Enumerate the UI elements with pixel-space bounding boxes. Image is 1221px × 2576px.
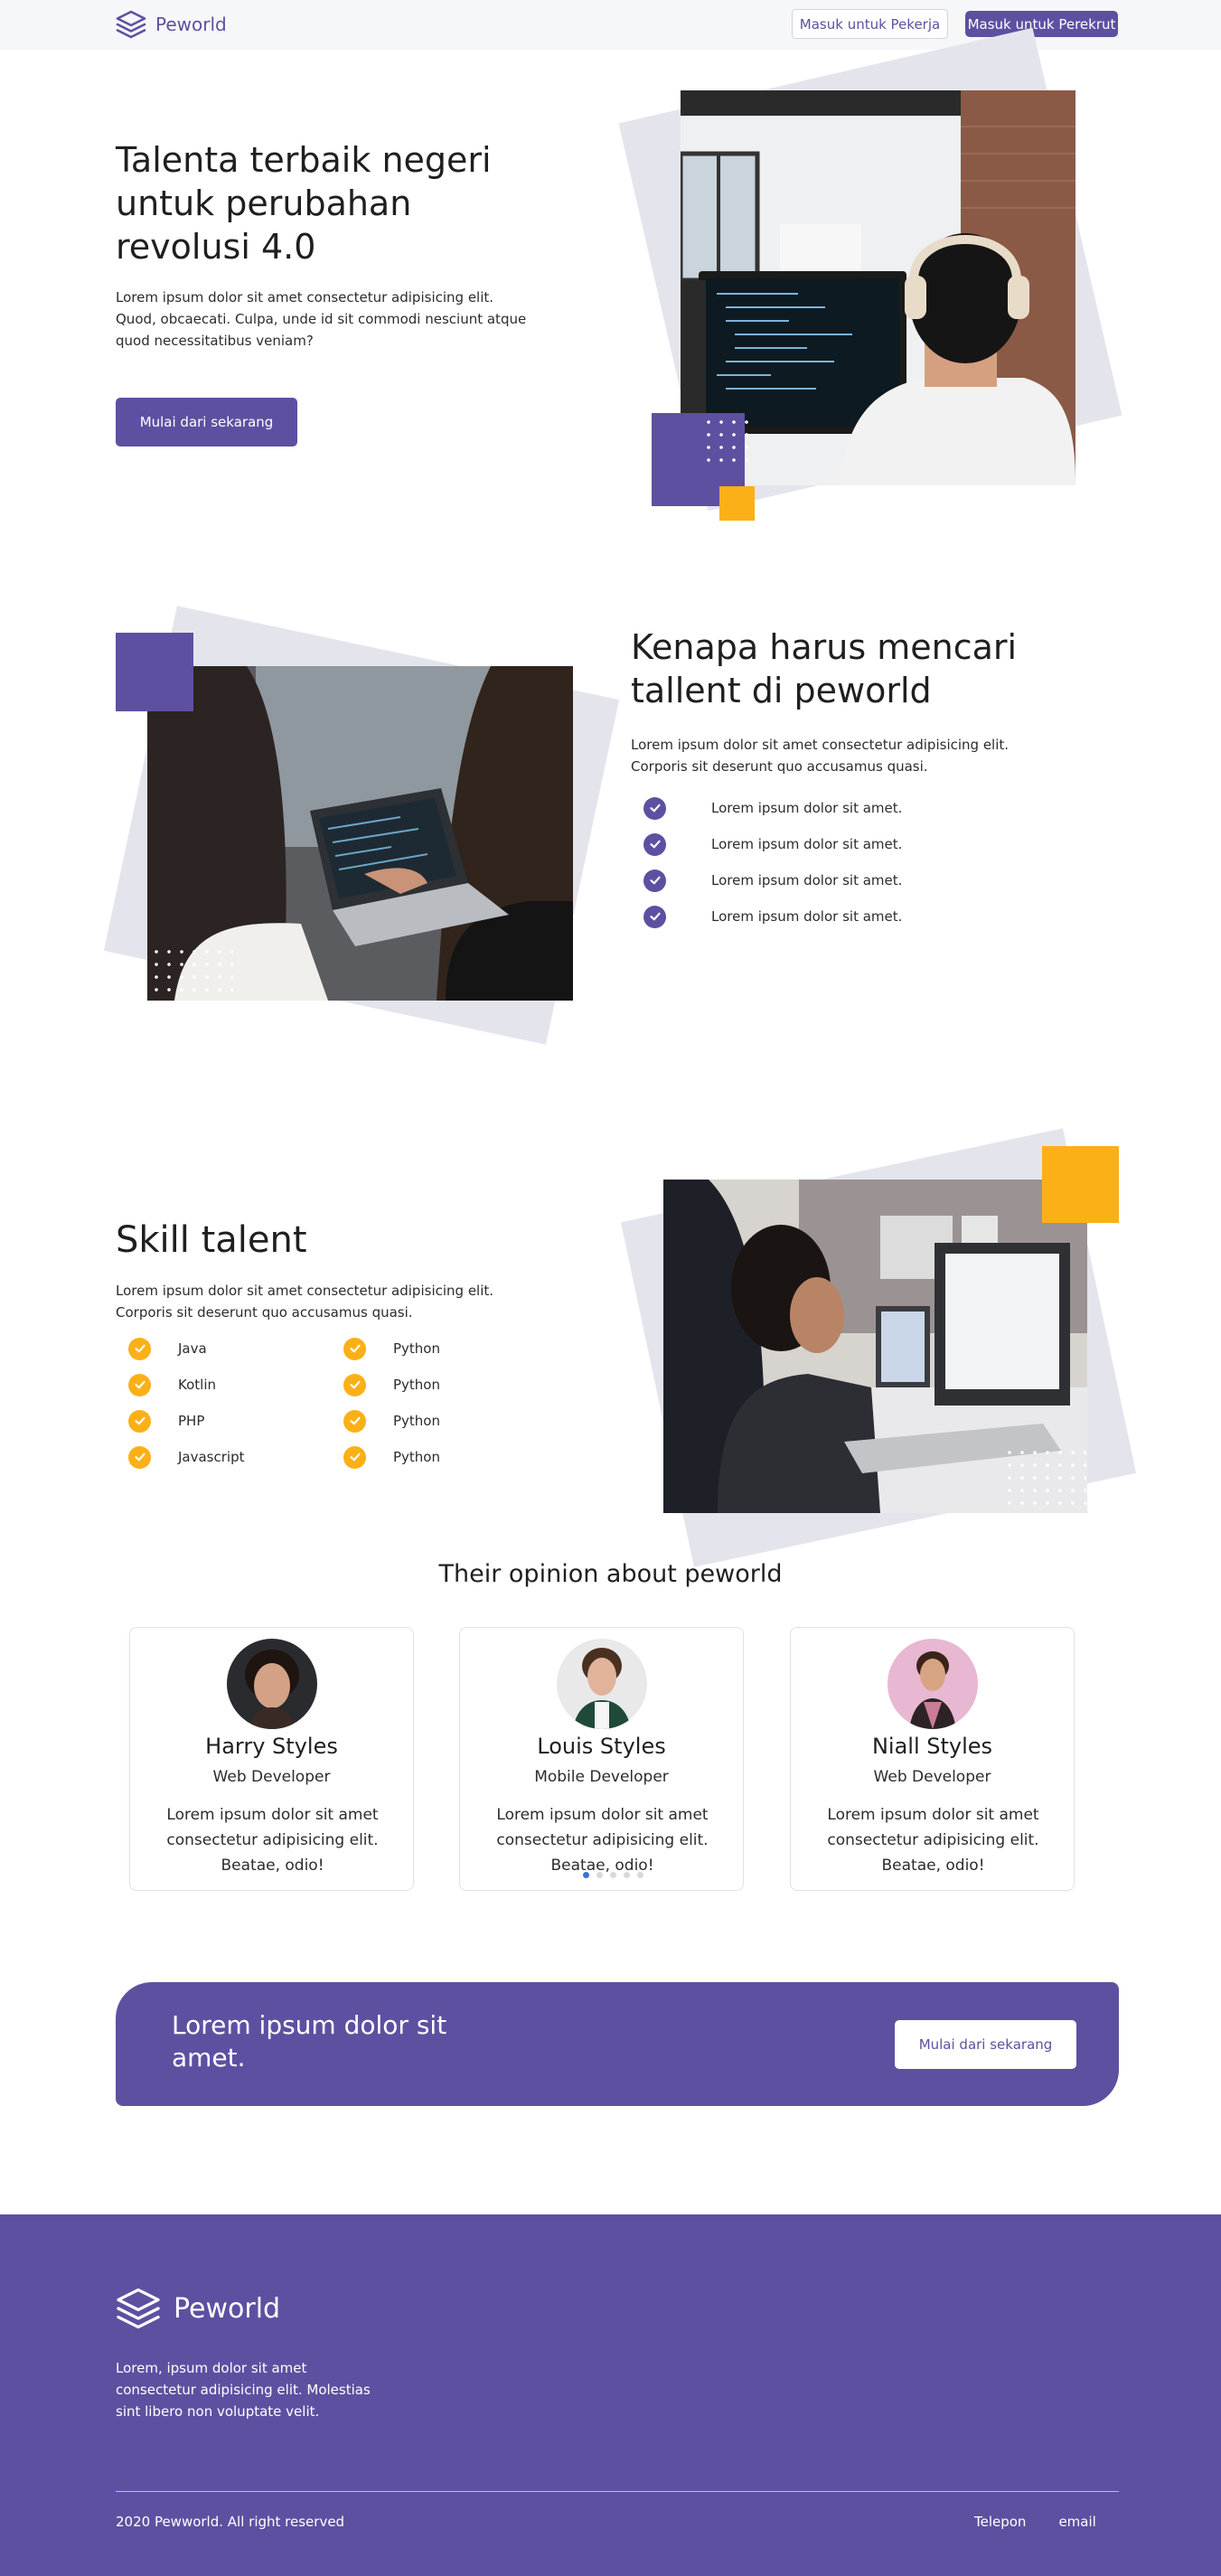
benefit-label: Lorem ipsum dolor sit amet.	[711, 908, 903, 925]
check-circle-icon	[128, 1409, 151, 1433]
hero-start-button[interactable]: Mulai dari sekarang	[116, 398, 297, 447]
check-circle-icon	[343, 1373, 366, 1396]
top-navbar: Peworld Masuk untuk Pekerja Masuk untuk …	[0, 0, 1221, 50]
testimonial-role: Mobile Developer	[534, 1768, 669, 1786]
skill-label: Python	[393, 1340, 440, 1357]
skill-label: PHP	[178, 1413, 205, 1429]
footer: Peworld Lorem, ipsum dolor sit amet cons…	[0, 2214, 1221, 2576]
carousel-dot[interactable]	[610, 1872, 616, 1878]
check-circle-icon	[128, 1337, 151, 1360]
hero-description: Lorem ipsum dolor sit amet consectetur a…	[116, 289, 527, 349]
hero-dot-grid	[702, 416, 753, 466]
carousel-dot[interactable]	[583, 1872, 589, 1878]
stacked-layers-icon	[117, 2288, 160, 2329]
stacked-layers-icon	[116, 10, 146, 39]
skill-label: Javascript	[178, 1449, 245, 1465]
landing-page: Peworld Masuk untuk Pekerja Masuk untuk …	[0, 0, 1221, 2576]
why-title: Kenapa harus mencari tallent di peworld	[631, 627, 1018, 710]
check-circle-icon	[343, 1409, 366, 1433]
list-item: Lorem ipsum dolor sit amet.	[643, 898, 902, 935]
why-purple-square	[116, 633, 193, 711]
benefit-label: Lorem ipsum dolor sit amet.	[711, 872, 903, 888]
carousel-dot[interactable]	[637, 1872, 643, 1878]
check-circle-icon	[343, 1337, 366, 1360]
list-item: PHP	[128, 1403, 244, 1439]
brand-logo[interactable]: Peworld	[116, 10, 227, 39]
why-benefit-list: Lorem ipsum dolor sit amet. Lorem ipsum …	[643, 790, 902, 935]
skill-list-left: Java Kotlin PHP Javascript	[128, 1330, 244, 1475]
skill-label: Kotlin	[178, 1377, 216, 1393]
list-item: Lorem ipsum dolor sit amet.	[643, 862, 902, 898]
list-item: Lorem ipsum dolor sit amet.	[643, 826, 902, 862]
brand-name: Peworld	[155, 14, 227, 35]
skill-label: Java	[178, 1340, 207, 1357]
check-circle-icon	[343, 1445, 366, 1469]
testimonial-quote: Lorem ipsum dolor sit amet consectetur a…	[496, 1806, 709, 1875]
footer-brand-logo[interactable]: Peworld	[116, 2287, 280, 2330]
avatar	[227, 1639, 317, 1729]
benefit-label: Lorem ipsum dolor sit amet.	[711, 800, 903, 816]
carousel-dot[interactable]	[624, 1872, 630, 1878]
testimonial-name: Niall Styles	[871, 1734, 993, 1759]
benefit-label: Lorem ipsum dolor sit amet.	[711, 836, 903, 852]
why-description: Lorem ipsum dolor sit amet consectetur a…	[631, 737, 1010, 775]
footer-links: Telepon email	[974, 2514, 1096, 2530]
list-item: Python	[343, 1403, 440, 1439]
cta-banner: Lorem ipsum dolor sit amet. Mulai dari s…	[116, 1982, 1119, 2106]
why-dot-grid	[150, 945, 233, 1000]
avatar	[557, 1639, 647, 1729]
testimonial-role: Web Developer	[873, 1768, 991, 1786]
list-item: Javascript	[128, 1439, 244, 1475]
cta-banner-button[interactable]: Mulai dari sekarang	[895, 2020, 1076, 2069]
skill-title: Skill talent	[116, 1219, 307, 1261]
testimonial-card: Harry Styles Web Developer Lorem ipsum d…	[129, 1627, 414, 1891]
opinion-title: Their opinion about peworld	[438, 1560, 783, 1588]
testimonial-name: Harry Styles	[205, 1734, 338, 1759]
testimonial-quote: Lorem ipsum dolor sit amet consectetur a…	[827, 1806, 1039, 1875]
testimonial-name: Louis Styles	[537, 1734, 666, 1759]
list-item: Java	[128, 1330, 244, 1367]
testimonial-role: Web Developer	[212, 1768, 331, 1786]
carousel-dot[interactable]	[596, 1872, 603, 1878]
testimonial-quote: Lorem ipsum dolor sit amet consectetur a…	[166, 1806, 379, 1875]
skill-description: Lorem ipsum dolor sit amet consectetur a…	[116, 1283, 494, 1321]
list-item: Python	[343, 1439, 440, 1475]
skill-yellow-square	[1042, 1146, 1119, 1223]
avatar	[888, 1639, 978, 1729]
check-circle-icon	[643, 832, 666, 856]
footer-divider	[116, 2491, 1119, 2492]
skill-label: Python	[393, 1413, 440, 1429]
testimonial-card: Niall Styles Web Developer Lorem ipsum d…	[790, 1627, 1075, 1891]
list-item: Python	[343, 1367, 440, 1403]
hero-yellow-square	[719, 486, 755, 521]
skill-dot-grid	[1003, 1446, 1086, 1509]
list-item: Lorem ipsum dolor sit amet.	[643, 790, 902, 826]
footer-link-email[interactable]: email	[1058, 2514, 1095, 2530]
check-circle-icon	[643, 905, 666, 928]
footer-description: Lorem, ipsum dolor sit amet consectetur …	[116, 2360, 371, 2420]
carousel-pagination	[583, 1872, 643, 1878]
login-worker-button[interactable]: Masuk untuk Pekerja	[792, 9, 948, 39]
check-circle-icon	[643, 796, 666, 820]
list-item: Python	[343, 1330, 440, 1367]
skill-label: Python	[393, 1377, 440, 1393]
list-item: Kotlin	[128, 1367, 244, 1403]
check-circle-icon	[128, 1445, 151, 1469]
hero-title: Talenta terbaik negeri untuk perubahan r…	[116, 140, 492, 267]
check-circle-icon	[128, 1373, 151, 1396]
login-recruiter-button[interactable]: Masuk untuk Perekrut	[965, 11, 1118, 37]
footer-copyright: 2020 Pewworld. All right reserved	[116, 2514, 345, 2530]
skill-label: Python	[393, 1449, 440, 1465]
footer-link-phone[interactable]: Telepon	[974, 2514, 1026, 2530]
footer-brand-name: Peworld	[174, 2292, 281, 2325]
skill-list-right: Python Python Python Python	[343, 1330, 440, 1475]
cta-banner-text: Lorem ipsum dolor sit amet.	[172, 2010, 447, 2073]
testimonial-card: Louis Styles Mobile Developer Lorem ipsu…	[459, 1627, 744, 1891]
check-circle-icon	[643, 869, 666, 892]
